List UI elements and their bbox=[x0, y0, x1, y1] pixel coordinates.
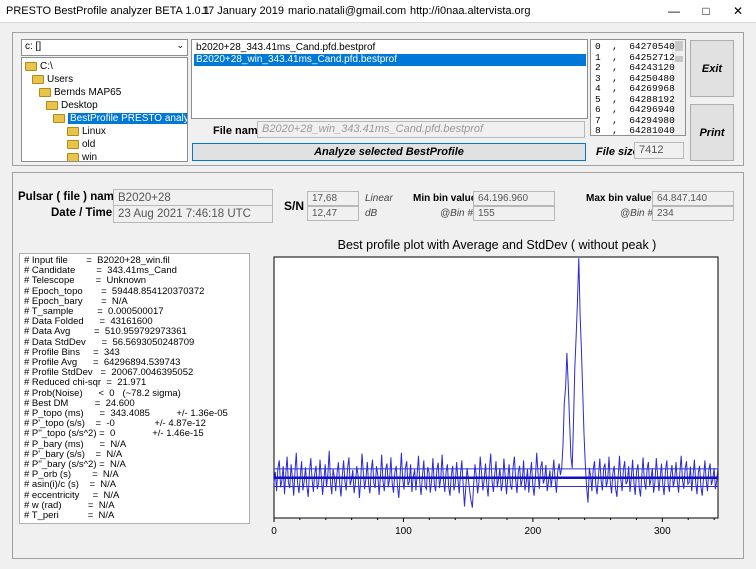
window-title-date: 17 January 2019 bbox=[202, 5, 284, 17]
file-name-field[interactable]: B2020+28_win_343.41ms_Cand.pfd.bestprof bbox=[257, 121, 585, 138]
min-bin-field: 64.196.960 bbox=[473, 191, 555, 206]
folder-open-icon bbox=[25, 61, 37, 71]
dir-item[interactable]: old bbox=[67, 138, 95, 151]
drive-select-value: c: [] bbox=[25, 41, 42, 52]
analyze-button[interactable]: Analyze selected BestProfile bbox=[192, 143, 586, 161]
sn-db-unit: dB bbox=[365, 208, 378, 219]
dir-item[interactable]: BestProfile PRESTO analyzer 1.0.1.e bbox=[53, 112, 187, 125]
profile-chart: 0 100 200 300 bbox=[271, 256, 719, 537]
file-list-item[interactable]: b2020+28_343.41ms_Cand.pfd.bestprof bbox=[194, 42, 586, 54]
bestprof-info-text[interactable]: # Input file = B2020+28_win.fil # Candida… bbox=[19, 253, 250, 524]
dir-item[interactable]: Desktop bbox=[46, 99, 98, 112]
dir-item-label: BestProfile PRESTO analyzer 1.0.1.e bbox=[68, 113, 187, 124]
folder-open-icon bbox=[32, 74, 44, 84]
bin-value-item[interactable]: 9 , 64265272 bbox=[595, 136, 675, 137]
bin-values-list[interactable]: 0 , 64270540 1 , 64252712 2 , 64243120 3 , … bbox=[590, 39, 686, 136]
directory-tree[interactable]: C:\ Users Bernds MAP65 Desktop BestProfile P… bbox=[21, 57, 188, 162]
file-list-item[interactable]: B2020+28_win_343.41ms_Cand.pfd.bestprof bbox=[194, 54, 586, 66]
chevron-down-icon: ⌄ bbox=[176, 40, 184, 50]
window-title-email: mario.natali@gmail.com bbox=[288, 5, 407, 17]
drive-select[interactable]: c: [] ⌄ bbox=[21, 39, 188, 56]
scroll-track-mark bbox=[675, 56, 683, 62]
file-size-field: 7412 bbox=[634, 142, 684, 159]
dir-item[interactable]: Users bbox=[32, 73, 73, 86]
sn-db-field: 12,47 bbox=[307, 206, 359, 221]
dir-item[interactable]: Bernds MAP65 bbox=[39, 86, 121, 99]
dir-item-label: Desktop bbox=[61, 100, 98, 111]
dir-item-label: Bernds MAP65 bbox=[54, 87, 122, 98]
file-size-label: File size bbox=[596, 146, 639, 158]
info-line: # T_peri = N/A bbox=[24, 510, 115, 521]
window-title-app: PRESTO BestProfile analyzer BETA 1.0.1 bbox=[6, 5, 210, 17]
min-bin-index-field: 155 bbox=[473, 206, 555, 221]
chart-title: Best profile plot with Average and StdDe… bbox=[337, 238, 657, 252]
sn-linear-unit: Linear bbox=[365, 193, 393, 204]
exit-button[interactable]: Exit bbox=[690, 40, 734, 97]
folder-icon bbox=[67, 126, 79, 136]
dir-item-label: old bbox=[82, 139, 96, 150]
dir-item[interactable]: win bbox=[67, 151, 98, 162]
min-bin-label: Min bin value bbox=[413, 193, 477, 204]
window-title-url: http://i0naa.altervista.org bbox=[410, 5, 531, 17]
file-list[interactable]: b2020+28_343.41ms_Cand.pfd.bestprof B2020… bbox=[191, 39, 588, 119]
scroll-thumb[interactable] bbox=[675, 41, 683, 51]
max-bin-field: 64.847.140 bbox=[652, 191, 734, 206]
min-bin-index-label: @Bin # bbox=[440, 208, 473, 219]
print-button[interactable]: Print bbox=[690, 104, 734, 161]
minimize-button[interactable]: — bbox=[658, 0, 690, 22]
maximize-button[interactable]: □ bbox=[690, 0, 722, 22]
x-tick-label: 100 bbox=[395, 526, 412, 537]
max-bin-index-label: @Bin # bbox=[620, 208, 653, 219]
dir-item-label: win bbox=[82, 152, 98, 162]
datetime-label: Date / Time bbox=[51, 207, 113, 219]
x-tick-label: 0 bbox=[271, 526, 277, 537]
sn-label: S/N bbox=[284, 199, 305, 213]
folder-open-icon bbox=[46, 100, 58, 110]
close-button[interactable]: ✕ bbox=[722, 0, 754, 22]
x-tick-label: 300 bbox=[654, 526, 671, 537]
folder-open-icon bbox=[39, 87, 51, 97]
dir-item[interactable]: C:\ bbox=[25, 60, 53, 73]
x-tick-label: 200 bbox=[525, 526, 542, 537]
folder-icon bbox=[67, 152, 79, 161]
max-bin-index-field: 234 bbox=[652, 206, 734, 221]
bin-value-item[interactable]: 8 , 64281040 bbox=[595, 125, 675, 135]
max-bin-label: Max bin value bbox=[586, 193, 652, 204]
dir-item-label: Users bbox=[47, 74, 74, 85]
folder-icon bbox=[67, 139, 79, 149]
datetime-field: 23 Aug 2021 7:46:18 UTC bbox=[113, 205, 273, 223]
dir-item[interactable]: Linux bbox=[67, 125, 106, 138]
sn-linear-field: 17,68 bbox=[307, 191, 359, 206]
title-bar: PRESTO BestProfile analyzer BETA 1.0.1 1… bbox=[0, 0, 756, 23]
folder-open-icon bbox=[53, 113, 65, 123]
dir-item-label: Linux bbox=[82, 126, 106, 137]
dir-item-label: C:\ bbox=[40, 61, 53, 72]
pulsar-name-label: Pulsar ( file ) name bbox=[18, 191, 121, 203]
